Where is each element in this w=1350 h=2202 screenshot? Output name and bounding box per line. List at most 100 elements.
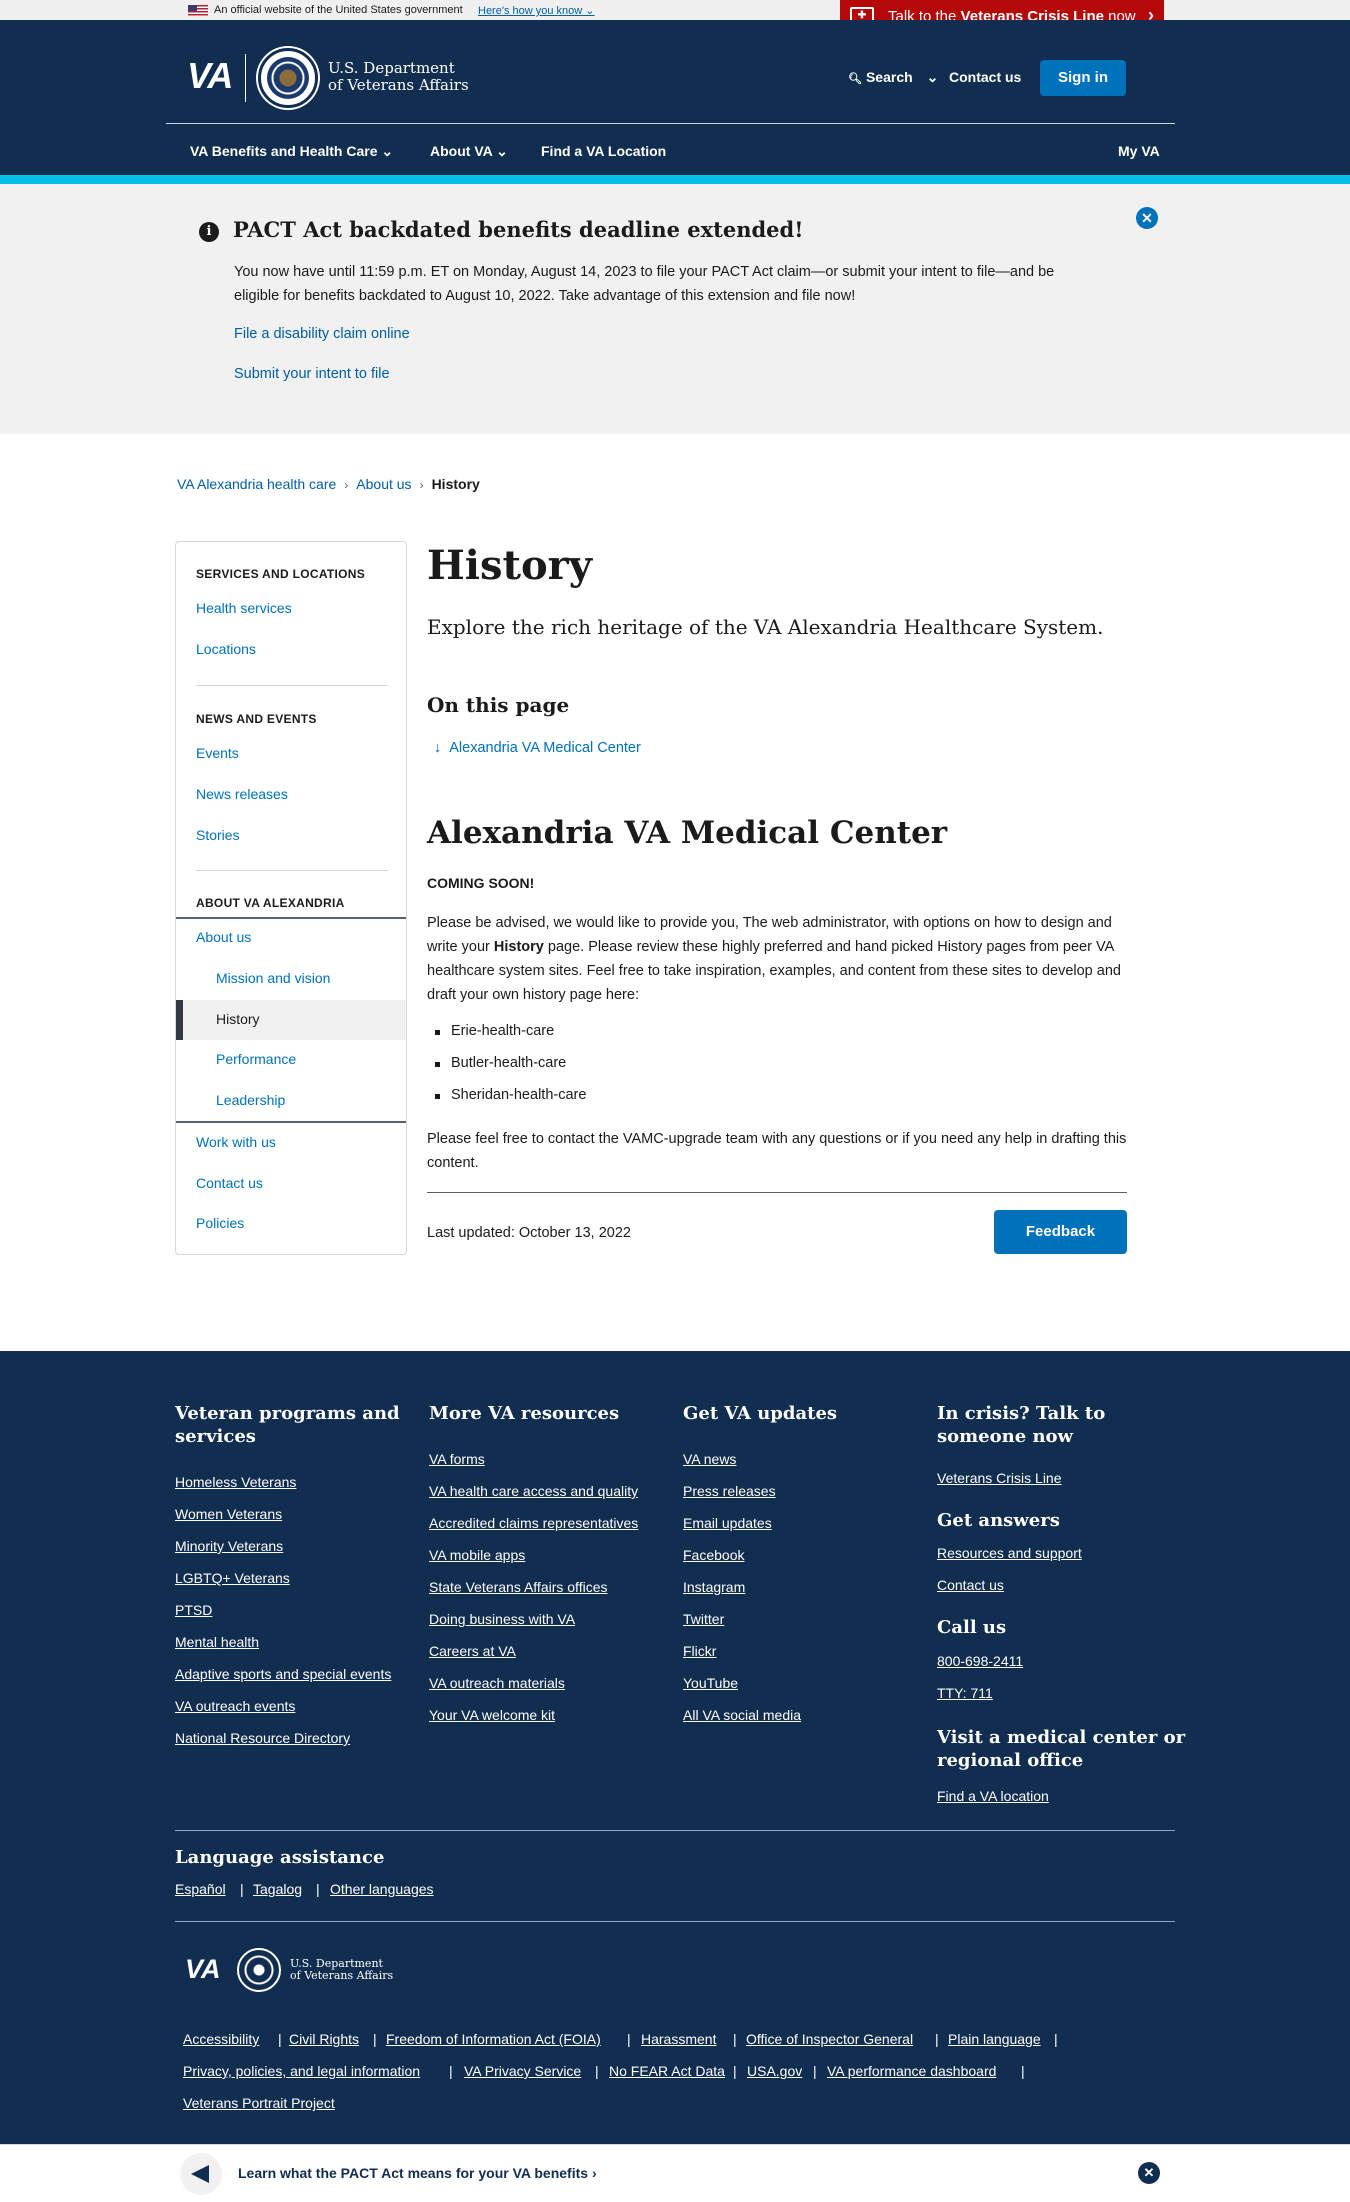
sidebar-item-about-us[interactable]: About us: [196, 929, 251, 945]
footer-link[interactable]: Press releases: [683, 1483, 776, 1499]
sidebar-item-history[interactable]: History: [176, 1000, 406, 1040]
footer-bottom-link[interactable]: Freedom of Information Act (FOIA): [386, 2031, 601, 2047]
history-paragraph: Please be advised, we would like to prov…: [427, 915, 1121, 1003]
footer-link[interactable]: YouTube: [683, 1675, 738, 1691]
footer-bottom-link[interactable]: Civil Rights: [289, 2031, 359, 2047]
footer-link[interactable]: Twitter: [683, 1611, 724, 1627]
intent-to-file-link[interactable]: Submit your intent to file: [234, 366, 390, 382]
close-alert-icon[interactable]: ✕: [1136, 207, 1158, 229]
separator: |: [813, 2063, 817, 2079]
footer-link[interactable]: Resources and support: [937, 1545, 1082, 1561]
nav-benefits-health-care[interactable]: VA Benefits and Health Care ⌄: [190, 143, 393, 160]
footer-bottom-link[interactable]: Veterans Portrait Project: [183, 2095, 335, 2111]
sidebar-item-leadership[interactable]: Leadership: [216, 1092, 285, 1108]
footer-bottom-link[interactable]: VA performance dashboard: [827, 2063, 996, 2079]
footer-va-logo[interactable]: VA: [185, 1954, 221, 1985]
footer-bottom-link[interactable]: VA Privacy Service: [464, 2063, 581, 2079]
heres-how-you-know-link[interactable]: Here's how you know ⌄: [478, 4, 595, 17]
sidebar-item-policies[interactable]: Policies: [196, 1215, 244, 1231]
feedback-button[interactable]: Feedback: [994, 1210, 1127, 1254]
chevron-down-icon: ⌄: [496, 143, 508, 159]
contact-us-link[interactable]: Contact us: [949, 69, 1021, 85]
footer-link[interactable]: Email updates: [683, 1515, 772, 1531]
contact-paragraph: Please feel free to contact the VAMC-upg…: [427, 1131, 1127, 1171]
footer-link[interactable]: VA outreach events: [175, 1698, 295, 1714]
sidebar-item-mission[interactable]: Mission and vision: [216, 970, 330, 986]
promo-link[interactable]: Learn what the PACT Act means for your V…: [238, 2165, 597, 2181]
footer-bottom-link[interactable]: Privacy, policies, and legal information: [183, 2063, 420, 2079]
footer-bottom-link[interactable]: Harassment: [641, 2031, 716, 2047]
footer-link[interactable]: Adaptive sports and special events: [175, 1666, 391, 1682]
language-link-tagalog[interactable]: Tagalog: [253, 1881, 302, 1897]
close-promo-icon[interactable]: ✕: [1138, 2162, 1160, 2184]
language-link-other[interactable]: Other languages: [330, 1881, 434, 1897]
pact-act-promo-banner: Learn what the PACT Act means for your V…: [0, 2144, 1350, 2202]
language-link-espanol[interactable]: Español: [175, 1881, 226, 1897]
footer-link[interactable]: Minority Veterans: [175, 1538, 283, 1554]
footer-link[interactable]: Contact us: [937, 1577, 1004, 1593]
separator: |: [278, 2031, 282, 2047]
content-divider: [427, 1192, 1127, 1193]
footer-tty-link[interactable]: TTY: 711: [937, 1685, 993, 1701]
header-divider: [166, 123, 1175, 124]
footer-bottom-link[interactable]: Plain language: [948, 2031, 1041, 2047]
footer-link[interactable]: All VA social media: [683, 1707, 801, 1723]
breadcrumb-about-us[interactable]: About us: [356, 476, 411, 492]
sidebar-item-health-services[interactable]: Health services: [196, 600, 292, 616]
footer-link[interactable]: Your VA welcome kit: [429, 1707, 555, 1723]
sidebar-heading-services: SERVICES AND LOCATIONS: [196, 567, 366, 581]
footer-divider: [175, 1921, 1175, 1922]
footer-heading-crisis: In crisis? Talk to someone now: [937, 1403, 1106, 1447]
footer-bottom-link[interactable]: No FEAR Act Data: [609, 2063, 725, 2079]
footer-link[interactable]: Accredited claims representatives: [429, 1515, 638, 1531]
footer-heading-answers: Get answers: [937, 1510, 1060, 1531]
nav-find-location[interactable]: Find a VA Location: [541, 143, 666, 159]
sidebar-item-news-releases[interactable]: News releases: [196, 786, 288, 802]
va-seal-icon[interactable]: [258, 48, 318, 108]
department-name[interactable]: U.S. Department of Veterans Affairs: [328, 60, 469, 94]
footer-link[interactable]: Women Veterans: [175, 1506, 282, 1522]
footer-link[interactable]: PTSD: [175, 1602, 212, 1618]
footer-link[interactable]: VA outreach materials: [429, 1675, 565, 1691]
nav-my-va[interactable]: My VA: [1118, 143, 1160, 159]
footer-bottom-link[interactable]: Office of Inspector General: [746, 2031, 913, 2047]
nav-about-va[interactable]: About VA ⌄: [430, 143, 508, 160]
sidebar-item-contact-us[interactable]: Contact us: [196, 1175, 263, 1191]
search-button[interactable]: 🔍︎ Search ⌄: [848, 69, 938, 86]
sidebar-item-stories[interactable]: Stories: [196, 827, 240, 843]
footer-link[interactable]: Mental health: [175, 1634, 259, 1650]
footer-find-location-link[interactable]: Find a VA location: [937, 1788, 1049, 1804]
chevron-down-icon: ⌄: [926, 69, 939, 85]
separator: |: [449, 2063, 453, 2079]
footer-bottom-link[interactable]: Accessibility: [183, 2031, 259, 2047]
sidebar-item-work-with-us[interactable]: Work with us: [196, 1134, 276, 1150]
pact-act-alert: i PACT Act backdated benefits deadline e…: [0, 184, 1350, 434]
sidebar-item-performance[interactable]: Performance: [216, 1051, 296, 1067]
footer-link[interactable]: VA health care access and quality: [429, 1483, 638, 1499]
footer-link[interactable]: Flickr: [683, 1643, 716, 1659]
footer-department-name: U.S. Department of Veterans Affairs: [290, 1958, 393, 1982]
va-logo[interactable]: VA: [187, 55, 233, 97]
footer-link[interactable]: State Veterans Affairs offices: [429, 1579, 607, 1595]
footer-link[interactable]: VA mobile apps: [429, 1547, 525, 1563]
footer-link[interactable]: LGBTQ+ Veterans: [175, 1570, 290, 1586]
footer-link[interactable]: National Resource Directory: [175, 1730, 350, 1746]
footer-link[interactable]: Instagram: [683, 1579, 745, 1595]
file-claim-link[interactable]: File a disability claim online: [234, 326, 410, 342]
footer-link[interactable]: Doing business with VA: [429, 1611, 575, 1627]
footer-phone-link[interactable]: 800-698-2411: [937, 1653, 1023, 1669]
sign-in-button[interactable]: Sign in: [1040, 60, 1126, 96]
footer-link[interactable]: Homeless Veterans: [175, 1474, 296, 1490]
on-this-page-link[interactable]: ↓ Alexandria VA Medical Center: [434, 740, 641, 756]
sidebar-item-locations[interactable]: Locations: [196, 641, 256, 657]
us-flag-icon: [188, 5, 208, 16]
footer-crisis-link[interactable]: Veterans Crisis Line: [937, 1470, 1062, 1486]
separator: |: [733, 2063, 737, 2079]
footer-link[interactable]: Facebook: [683, 1547, 744, 1563]
footer-link[interactable]: VA forms: [429, 1451, 485, 1467]
sidebar-item-events[interactable]: Events: [196, 745, 239, 761]
footer-bottom-link[interactable]: USA.gov: [747, 2063, 802, 2079]
footer-link[interactable]: Careers at VA: [429, 1643, 516, 1659]
breadcrumb-alexandria[interactable]: VA Alexandria health care: [177, 476, 336, 492]
footer-link[interactable]: VA news: [683, 1451, 736, 1467]
